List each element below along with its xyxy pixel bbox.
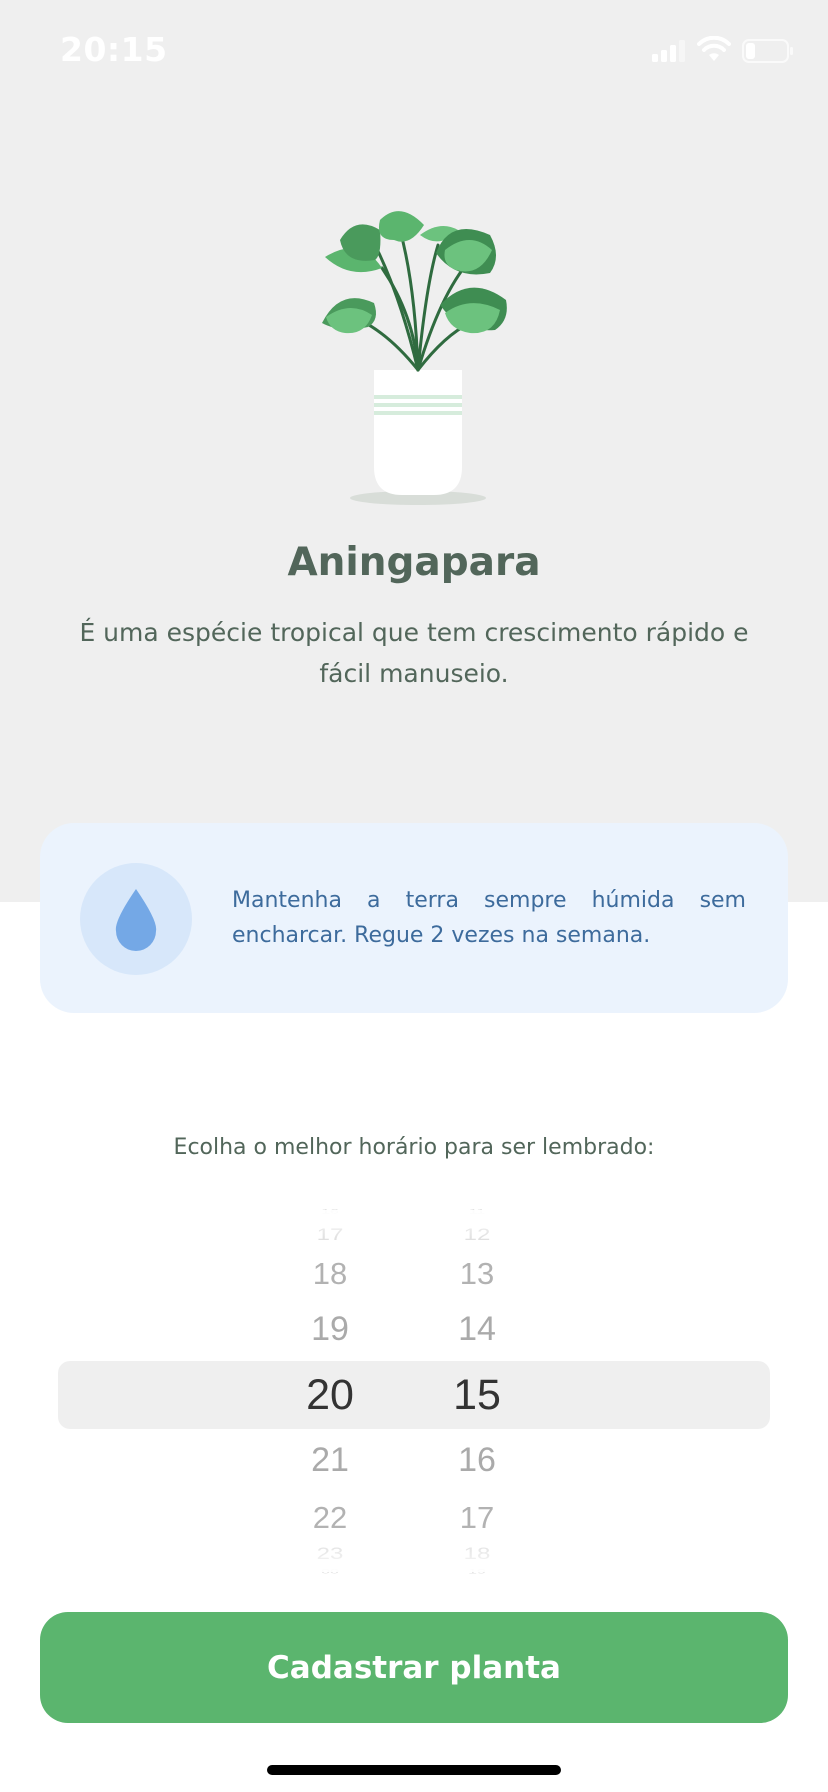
plant-description: É uma espécie tropical que tem crescimen…: [79, 618, 749, 688]
hour-option-00[interactable]: 00: [280, 1569, 380, 1575]
minute-option-13[interactable]: 13: [427, 1258, 527, 1289]
minute-option-12[interactable]: 12: [427, 1226, 527, 1244]
hour-option-18[interactable]: 18: [280, 1258, 380, 1289]
minute-option-18[interactable]: 18: [427, 1545, 527, 1563]
watering-tip-card: Mantenha a terra sempre húmida sem encha…: [40, 823, 788, 1013]
register-plant-button[interactable]: Cadastrar planta: [40, 1612, 788, 1723]
minute-option-17[interactable]: 17: [427, 1502, 527, 1533]
time-picker[interactable]: 16 17 18 19 20 21 22 23 00 11 12 13 14 15 16 17 18 19: [58, 1209, 770, 1575]
water-icon-container: [80, 863, 192, 975]
picker-fade-top: [58, 1210, 770, 1256]
hour-option-20[interactable]: 20: [280, 1373, 380, 1417]
minute-option-16[interactable]: 16: [427, 1443, 527, 1477]
reminder-time-label: Ecolha o melhor horário para ser lembrad…: [173, 1135, 655, 1160]
status-time: 20:15: [60, 30, 168, 69]
hour-option-21[interactable]: 21: [280, 1443, 380, 1477]
minute-option-15[interactable]: 15: [427, 1373, 527, 1417]
wifi-icon: [697, 36, 731, 61]
minute-option-19[interactable]: 19: [427, 1569, 527, 1575]
hour-option-16[interactable]: 16: [280, 1209, 380, 1215]
water-drop-icon: [115, 889, 157, 951]
potted-plant-illustration: [322, 211, 507, 505]
hour-wheel[interactable]: 16 17 18 19 20 21 22 23 00: [280, 1209, 380, 1575]
minute-wheel[interactable]: 11 12 13 14 15 16 17 18 19: [427, 1209, 527, 1575]
home-indicator: [267, 1765, 561, 1775]
minute-option-11[interactable]: 11: [427, 1209, 527, 1215]
cellular-signal-icon: [652, 40, 685, 62]
minute-option-14[interactable]: 14: [427, 1312, 527, 1346]
hour-option-23[interactable]: 23: [280, 1545, 380, 1563]
status-bar: 20:15: [0, 0, 828, 100]
plant-name: Aningapara: [287, 540, 541, 585]
battery-icon: [742, 39, 793, 63]
hour-option-17[interactable]: 17: [280, 1226, 380, 1244]
picker-selection-highlight: [58, 1361, 770, 1429]
watering-tip-text: Mantenha a terra sempre húmida sem encha…: [232, 888, 746, 948]
hour-option-19[interactable]: 19: [280, 1312, 380, 1346]
hour-option-22[interactable]: 22: [280, 1502, 380, 1533]
picker-fade-bottom: [58, 1526, 770, 1572]
